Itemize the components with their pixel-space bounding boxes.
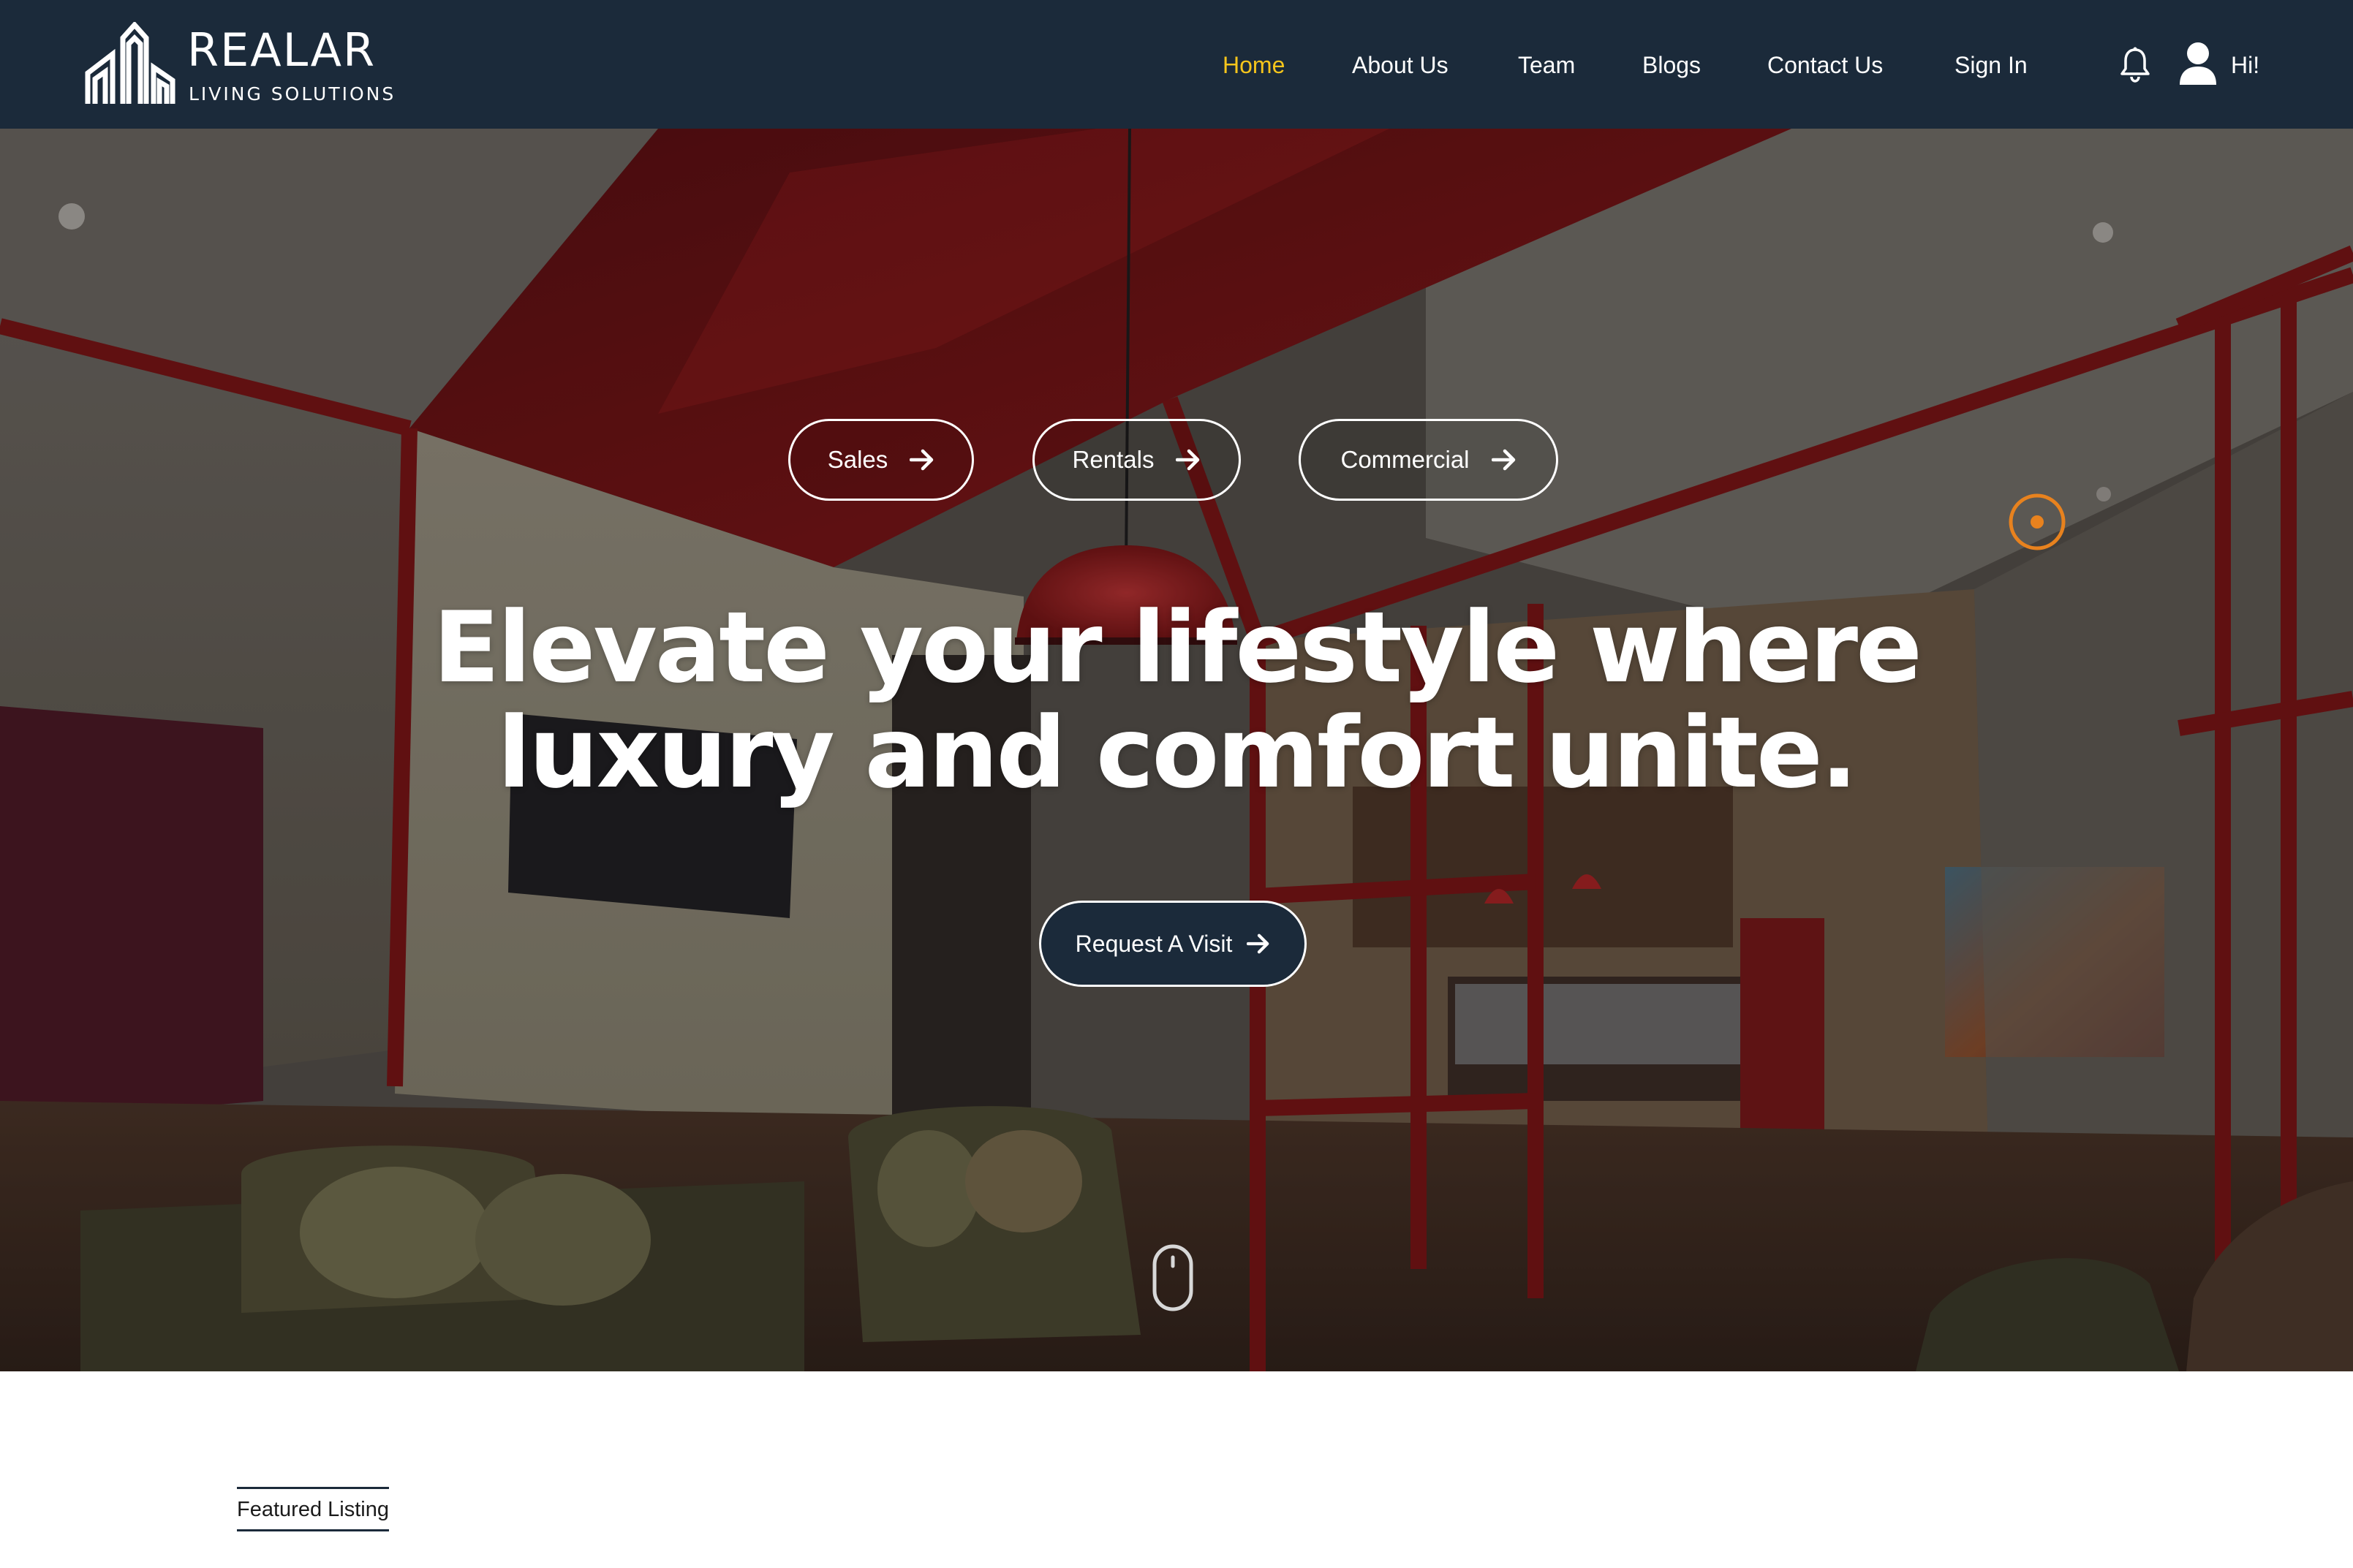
arrow-right-icon	[1491, 449, 1515, 471]
user-greeting[interactable]: Hi!	[2231, 45, 2259, 85]
nav-item-about-us[interactable]: About Us	[1352, 45, 1449, 85]
target-ring-icon	[2009, 493, 2066, 550]
request-visit-label: Request A Visit	[1075, 930, 1233, 957]
mouse-scroll-icon[interactable]	[1152, 1244, 1193, 1311]
arrow-right-icon	[910, 449, 934, 471]
brand-name: REALAR	[187, 23, 377, 77]
buildings-logo-icon	[85, 22, 175, 104]
request-visit-button[interactable]: Request A Visit	[1039, 901, 1307, 987]
rentals-label: Rentals	[1072, 446, 1155, 473]
hero-headline-line1: Elevate your lifestyle where	[433, 591, 1922, 705]
nav-item-home[interactable]: Home	[1223, 45, 1285, 85]
nav-item-team[interactable]: Team	[1518, 45, 1575, 85]
site-header: REALAR LIVING SOLUTIONS Home About Us Te…	[0, 0, 2353, 129]
nav-item-blogs[interactable]: Blogs	[1642, 45, 1701, 85]
sales-button[interactable]: Sales	[788, 419, 974, 501]
bell-icon[interactable]	[2119, 45, 2151, 83]
commercial-label: Commercial	[1340, 446, 1470, 473]
nav-item-sign-in[interactable]: Sign In	[1954, 45, 2028, 85]
hero-headline: Elevate your lifestyle where luxury and …	[0, 595, 2353, 806]
commercial-button[interactable]: Commercial	[1299, 419, 1558, 501]
nav-item-contact-us[interactable]: Contact Us	[1767, 45, 1883, 85]
rentals-button[interactable]: Rentals	[1032, 419, 1241, 501]
arrow-right-icon	[1247, 933, 1269, 954]
sales-label: Sales	[827, 446, 888, 473]
user-icon[interactable]	[2179, 41, 2217, 86]
brand-tagline: LIVING SOLUTIONS	[189, 83, 396, 105]
hero-headline-line2: luxury and comfort unite.	[497, 696, 1857, 810]
featured-listing-heading: Featured Listing	[237, 1487, 389, 1531]
arrow-right-icon	[1176, 449, 1200, 471]
hero-section: Sales Rentals Commercial Elevate your li…	[0, 129, 2353, 1371]
